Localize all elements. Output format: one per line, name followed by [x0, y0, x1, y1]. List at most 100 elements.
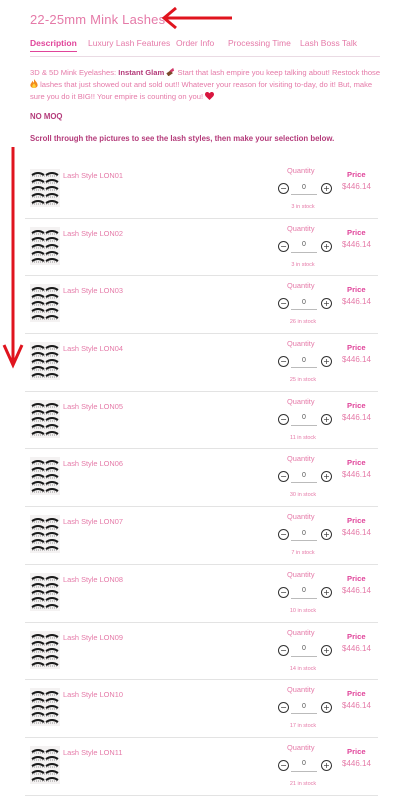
increase-quantity-button[interactable]: +	[321, 356, 332, 368]
product-row: Lash Style LON02 Quantity − +3 in stock Pric…	[25, 219, 378, 277]
decrease-quantity-button[interactable]: −	[278, 471, 289, 483]
tab-luxury-lash-features[interactable]: Luxury Lash Features	[88, 38, 170, 48]
decrease-quantity-button[interactable]: −	[278, 702, 289, 714]
decrease-quantity-button[interactable]: −	[278, 240, 289, 252]
quantity-label: Quantity	[287, 166, 315, 175]
increase-quantity-button[interactable]: +	[321, 183, 332, 194]
lash-style-name[interactable]: Lash Style LON07	[63, 517, 123, 526]
increase-quantity-button[interactable]: +	[321, 759, 332, 771]
product-row: Lash Style LON05 Quantity − +11 in stock Pri…	[25, 392, 378, 450]
lash-thumbnail-icon[interactable]	[30, 399, 60, 438]
description-text-2: Start that lash empire you keep talking …	[175, 68, 381, 77]
quantity-label: Quantity	[287, 223, 315, 233]
lash-thumbnail-icon[interactable]	[30, 226, 60, 265]
lash-style-name[interactable]: Lash Style LON03	[63, 286, 123, 295]
quantity-label: Quantity	[287, 339, 315, 349]
quantity-input[interactable]	[291, 468, 317, 484]
increase-quantity-button[interactable]: +	[321, 471, 332, 483]
lash-thumbnail-icon[interactable]	[30, 572, 60, 611]
tab-processing-time[interactable]: Processing Time	[228, 38, 291, 48]
decrease-quantity-button[interactable]: −	[278, 759, 289, 771]
quantity-label: Quantity	[287, 512, 315, 522]
stock-count: 25 in stock	[289, 377, 317, 384]
stock-count: 17 in stock	[289, 723, 317, 730]
stock-count: 26 in stock	[289, 319, 317, 326]
heart-icon	[205, 92, 215, 100]
decrease-quantity-button[interactable]: −	[278, 529, 289, 541]
increase-quantity-button[interactable]: +	[321, 644, 332, 656]
lash-thumbnail-icon[interactable]	[30, 630, 60, 669]
price-value: $446.14	[342, 643, 371, 653]
quantity-input[interactable]	[291, 353, 317, 369]
decrease-quantity-button[interactable]: −	[278, 183, 289, 194]
price-label: Price	[347, 400, 366, 410]
lash-style-name[interactable]: Lash Style LON08	[63, 575, 123, 584]
price-value: $446.14	[342, 701, 371, 711]
lash-style-name[interactable]: Lash Style LON09	[63, 633, 123, 642]
increase-quantity-button[interactable]: +	[321, 529, 332, 541]
tab-description[interactable]: Description	[30, 38, 77, 52]
lash-thumbnail-icon[interactable]	[30, 169, 60, 207]
quantity-input[interactable]	[291, 641, 317, 657]
price-label: Price	[347, 516, 366, 526]
quantity-input[interactable]	[291, 699, 317, 715]
quantity-input[interactable]	[291, 295, 317, 311]
quantity-label: Quantity	[287, 685, 315, 695]
increase-quantity-button[interactable]: +	[321, 413, 332, 425]
lash-style-name[interactable]: Lash Style LON01	[63, 171, 123, 180]
increase-quantity-button[interactable]: +	[321, 240, 332, 252]
quantity-label: Quantity	[287, 454, 315, 464]
price-label: Price	[347, 227, 366, 237]
lash-thumbnail-icon[interactable]	[30, 342, 60, 381]
product-title: 22-25mm Mink Lashes	[30, 12, 166, 27]
quantity-input[interactable]	[291, 180, 317, 195]
lash-style-name[interactable]: Lash Style LON04	[63, 344, 123, 353]
quantity-input[interactable]	[291, 410, 317, 426]
decrease-quantity-button[interactable]: −	[278, 298, 289, 310]
decrease-quantity-button[interactable]: −	[278, 586, 289, 598]
description-bold-text: Instant Glam	[118, 68, 165, 77]
lash-style-name[interactable]: Lash Style LON05	[63, 402, 123, 411]
lash-style-name[interactable]: Lash Style LON06	[63, 459, 123, 468]
increase-quantity-button[interactable]: +	[321, 298, 332, 310]
stock-count: 7 in stock	[291, 550, 315, 557]
lash-thumbnail-icon[interactable]	[30, 688, 60, 727]
decrease-quantity-button[interactable]: −	[278, 644, 289, 656]
lash-style-name[interactable]: Lash Style LON11	[63, 748, 122, 757]
increase-quantity-button[interactable]: +	[321, 702, 332, 714]
annotation-arrow-left-icon	[161, 6, 232, 30]
increase-quantity-button[interactable]: +	[321, 586, 332, 598]
product-row: Lash Style LON08 Quantity − +10 in stock Pri…	[25, 565, 378, 623]
lash-style-name[interactable]: Lash Style LON02	[63, 229, 123, 238]
quantity-label: Quantity	[287, 627, 315, 637]
lash-thumbnail-icon[interactable]	[30, 457, 60, 496]
product-row: Lash Style LON01 Quantity − +3 in stock Pric…	[25, 161, 378, 219]
stock-count: 10 in stock	[289, 607, 317, 614]
quantity-input[interactable]	[291, 756, 317, 772]
product-row: Lash Style LON07 Quantity − +7 in stock Pric…	[25, 507, 378, 565]
decrease-quantity-button[interactable]: −	[278, 356, 289, 368]
quantity-input[interactable]	[291, 526, 317, 542]
annotation-arrow-down-icon	[2, 147, 24, 369]
price-value: $446.14	[342, 239, 371, 249]
product-row: Lash Style LON11 Quantity − +21 in stock Pri…	[25, 738, 378, 796]
decrease-quantity-button[interactable]: −	[278, 413, 289, 425]
lash-style-name[interactable]: Lash Style LON10	[63, 690, 123, 699]
tab-order-info[interactable]: Order Info	[176, 38, 214, 48]
product-row: Lash Style LON04 Quantity − +25 in stock Pri…	[25, 334, 378, 392]
stock-count: 3 in stock	[291, 204, 315, 210]
lash-thumbnail-icon[interactable]	[30, 745, 60, 784]
price-value: $446.14	[342, 355, 371, 365]
quantity-input[interactable]	[291, 583, 317, 599]
stock-count: 30 in stock	[289, 492, 317, 499]
quantity-label: Quantity	[287, 569, 315, 579]
quantity-label: Quantity	[287, 281, 315, 291]
quantity-input[interactable]	[291, 237, 317, 253]
lash-thumbnail-icon[interactable]	[30, 284, 60, 323]
price-value: $446.14	[342, 528, 371, 538]
lash-thumbnail-icon[interactable]	[30, 515, 60, 554]
product-list: Lash Style LON01 Quantity − +3 in stock Pric…	[25, 161, 378, 796]
scroll-instructions: Scroll through the pictures to see the l…	[30, 134, 335, 143]
tab-lash-boss-talk[interactable]: Lash Boss Talk	[300, 38, 357, 48]
price-label: Price	[347, 689, 366, 699]
